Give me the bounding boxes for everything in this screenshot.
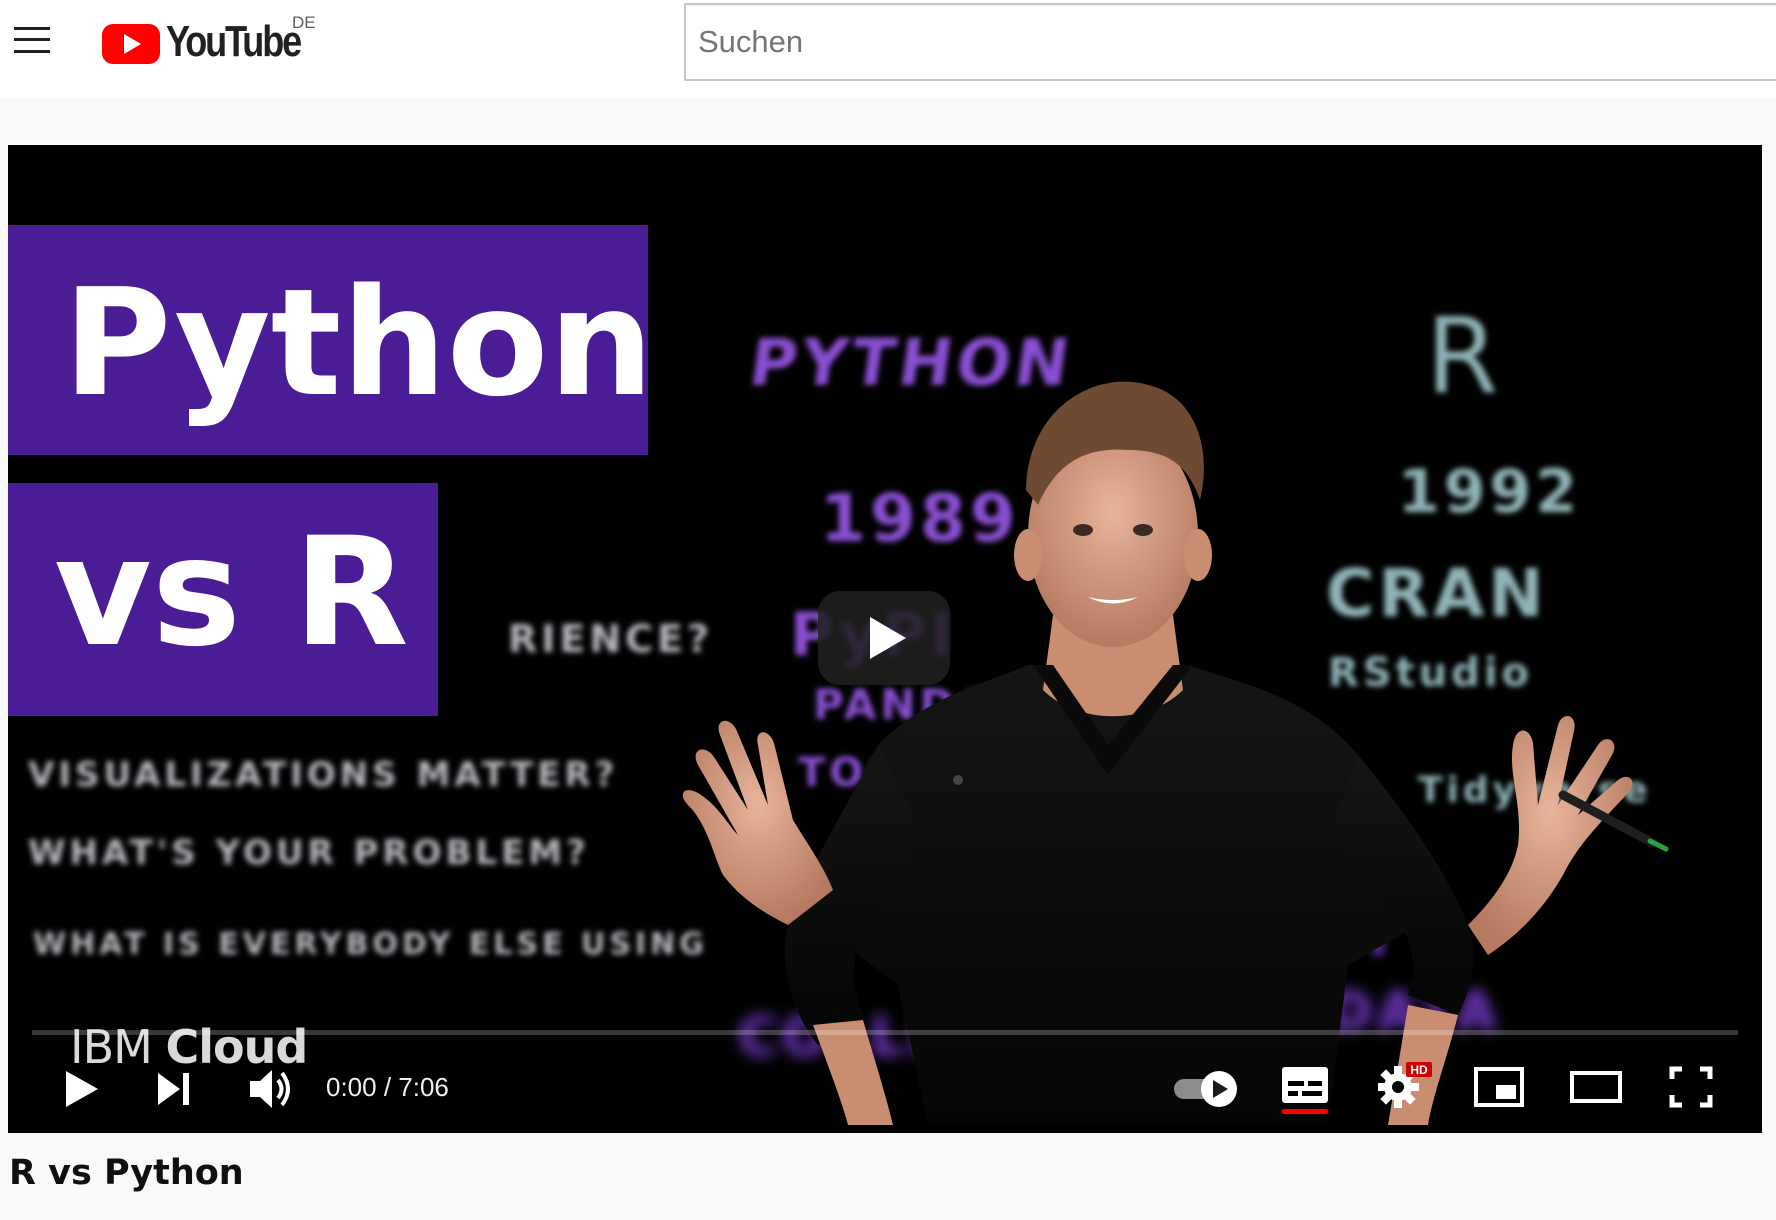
autoplay-toggle[interactable] [1170, 1067, 1242, 1111]
miniplayer-button[interactable] [1472, 1065, 1526, 1109]
time-duration: 7:06 [398, 1072, 449, 1102]
country-code: DE [292, 13, 316, 32]
watermark-ibm: IBM [70, 1020, 153, 1074]
menu-icon[interactable] [14, 27, 50, 53]
thumbnail-title-vs-r: vs R [54, 506, 409, 680]
large-play-button[interactable] [818, 591, 950, 685]
video-title: R vs Python [9, 1153, 244, 1193]
search-box[interactable] [684, 3, 1776, 81]
video-player[interactable]: PYTHON 1989 R 1992 CRAN RStudio Tidyvers… [8, 145, 1762, 1133]
theater-mode-icon [1570, 1071, 1622, 1103]
next-button[interactable] [154, 1069, 194, 1109]
theater-mode-button[interactable] [1568, 1067, 1624, 1107]
channel-watermark[interactable]: IBM Cloud [70, 1020, 308, 1074]
play-pause-button[interactable] [60, 1068, 102, 1110]
volume-icon [250, 1070, 290, 1108]
settings-button[interactable]: HD [1378, 1059, 1442, 1111]
time-current: 0:00 [326, 1072, 377, 1102]
logo-wordmark: YouTube [166, 17, 302, 66]
subtitles-button[interactable] [1280, 1065, 1330, 1117]
volume-button[interactable] [246, 1067, 298, 1111]
masthead: YouTube DE [0, 0, 1776, 97]
time-separator: / [376, 1072, 399, 1102]
search-input[interactable] [698, 5, 1768, 79]
subtitles-icon [1282, 1067, 1328, 1103]
play-icon [870, 617, 906, 659]
thumbnail-title-python: Python [63, 257, 654, 429]
thumbnail-title-band-2: vs R [8, 483, 438, 716]
presenter-figure [682, 381, 1669, 1125]
subtitles-active-indicator [1282, 1109, 1328, 1114]
hd-badge-text: HD [1410, 1063, 1428, 1077]
fullscreen-button[interactable] [1668, 1065, 1714, 1109]
time-display: 0:00 / 7:06 [326, 1072, 449, 1103]
youtube-logo[interactable]: YouTube [102, 20, 312, 64]
progress-bar[interactable] [32, 1030, 1738, 1035]
play-icon [66, 1071, 98, 1107]
watermark-cloud: Cloud [165, 1020, 308, 1074]
miniplayer-icon [1474, 1067, 1524, 1107]
thumbnail-title-band-1: Python [8, 225, 654, 455]
next-icon [158, 1073, 180, 1105]
fullscreen-icon [1669, 1066, 1713, 1108]
youtube-play-logo-icon [102, 24, 160, 64]
